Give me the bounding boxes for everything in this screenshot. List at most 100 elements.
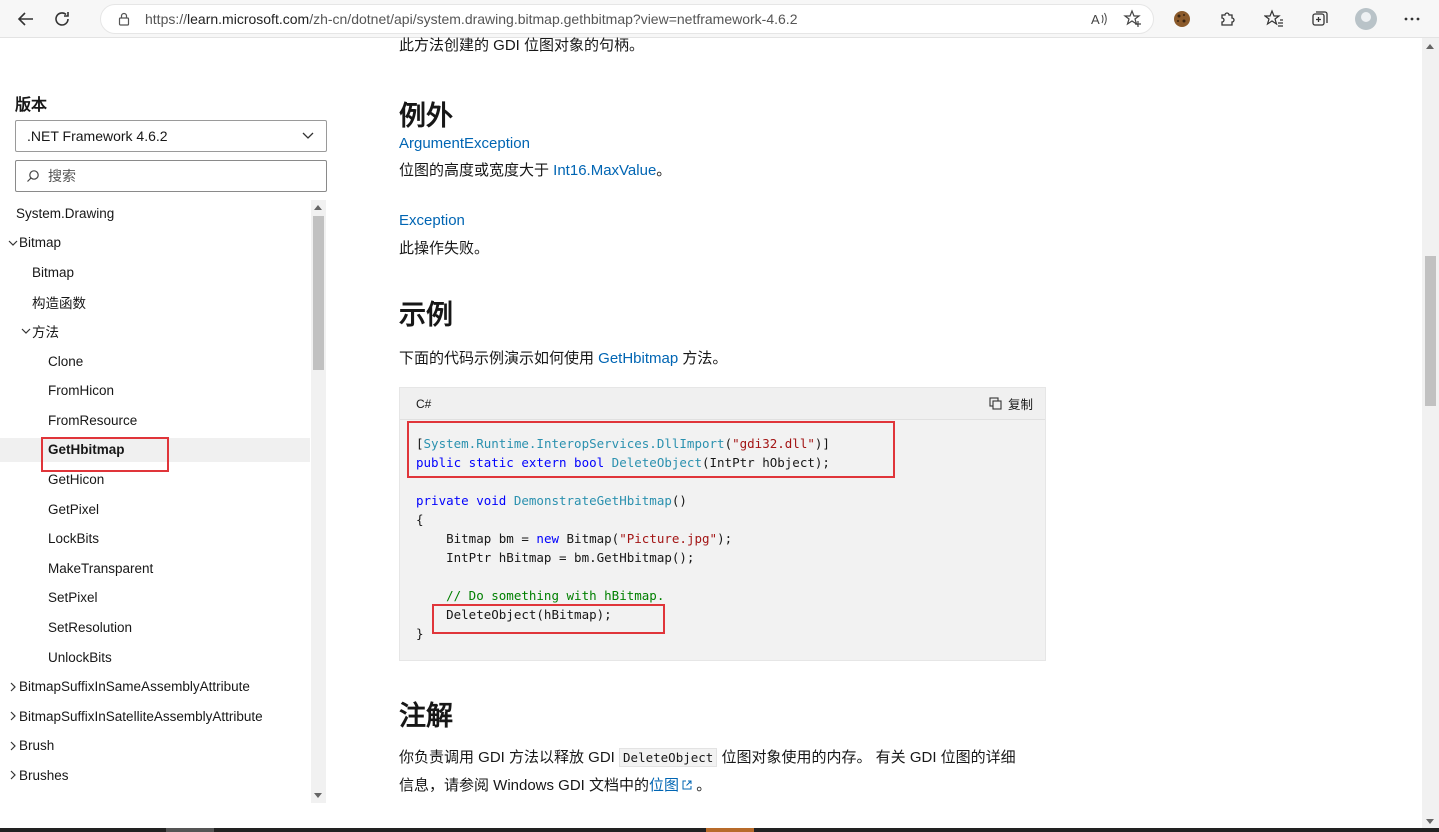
read-aloud-icon[interactable]: A <box>1089 9 1109 29</box>
scroll-up-arrow-icon[interactable] <box>314 205 322 210</box>
chevron-down-icon[interactable] <box>7 237 19 249</box>
more-icon <box>1404 17 1420 21</box>
toc-item-label: Brushes <box>19 767 69 783</box>
toc-item[interactable]: BitmapSuffixInSatelliteAssemblyAttribute <box>7 704 263 728</box>
toc-item[interactable]: Brush <box>7 734 54 758</box>
return-value-text: 此方法创建的 GDI 位图对象的句柄。 <box>399 37 645 54</box>
examples-intro: 下面的代码示例演示如何使用 GetHbitmap 方法。 <box>399 350 728 367</box>
svg-text:A: A <box>1091 12 1100 27</box>
toc-item[interactable]: SetResolution <box>48 615 132 639</box>
exception-link[interactable]: Exception <box>399 210 465 232</box>
refresh-button[interactable] <box>44 4 80 34</box>
toc-item-label: GetPixel <box>48 501 100 517</box>
back-button[interactable] <box>8 4 44 34</box>
taskbar-item[interactable] <box>166 828 214 832</box>
copy-label: 复制 <box>1007 398 1033 412</box>
argument-exception-desc: 位图的高度或宽度大于 Int16.MaxValue。 <box>399 162 672 179</box>
code-header: C# 复制 <box>400 388 1045 420</box>
add-favorite-icon[interactable] <box>1123 9 1143 29</box>
avatar <box>1355 8 1377 30</box>
exceptions-heading: 例外 <box>399 101 453 131</box>
argument-exception-link[interactable]: ArgumentException <box>399 133 530 155</box>
highlight-box-declaration <box>407 421 895 478</box>
profile-button[interactable] <box>1348 4 1384 34</box>
address-bar[interactable]: https://learn.microsoft.com/zh-cn/dotnet… <box>100 4 1154 34</box>
page-scroll-up-icon[interactable] <box>1426 44 1434 49</box>
toc-item-label: Clone <box>48 353 84 369</box>
copy-button[interactable]: 复制 <box>989 394 1033 413</box>
toc-item[interactable]: UnlockBits <box>48 645 112 669</box>
highlight-box-call <box>432 604 665 634</box>
toc-item-label: 构造函数 <box>32 295 86 311</box>
toc-item[interactable]: Bitmap <box>32 260 74 284</box>
toc-item[interactable]: FromResource <box>48 408 137 432</box>
chevron-right-icon[interactable] <box>7 769 19 781</box>
toc-item-label: SetResolution <box>48 619 133 635</box>
version-value: .NET Framework 4.6.2 <box>27 128 168 144</box>
toc-item[interactable]: 方法 <box>20 319 59 343</box>
more-menu-button[interactable] <box>1394 4 1430 34</box>
toc-item[interactable]: Bitmap <box>7 231 61 255</box>
toc-scrollbar[interactable] <box>311 200 326 803</box>
toc-item-label: BitmapSuffixInSameAssemblyAttribute <box>19 679 250 695</box>
toc-item[interactable]: BitmapSuffixInSameAssemblyAttribute <box>7 675 250 699</box>
chevron-right-icon[interactable] <box>7 710 19 722</box>
cookie-icon <box>1174 11 1190 27</box>
page-scrollbar[interactable] <box>1422 38 1439 832</box>
bitmaps-link[interactable]: 位图 <box>649 777 679 794</box>
toc-item-label: BufferedGraphics <box>19 798 124 801</box>
toc-scrollbar-thumb[interactable] <box>313 216 324 370</box>
toc-search-input[interactable]: 搜索 <box>15 160 327 192</box>
code-language: C# <box>416 396 432 411</box>
inline-code-deleteobject: DeleteObject <box>619 748 718 767</box>
examples-heading: 示例 <box>399 300 453 330</box>
remarks-heading: 注解 <box>399 701 453 731</box>
toc-item[interactable]: Brushes <box>7 763 69 787</box>
toc-item[interactable]: BufferedGraphics <box>7 793 124 801</box>
chevron-down-icon[interactable] <box>20 325 32 337</box>
remarks-line-1: 你负责调用 GDI 方法以释放 GDI DeleteObject 位图对象使用的… <box>399 748 1016 767</box>
toc-item[interactable]: MakeTransparent <box>48 556 153 580</box>
scroll-down-arrow-icon[interactable] <box>314 793 322 798</box>
collections-icon <box>1312 11 1328 26</box>
puzzle-icon <box>1221 12 1235 26</box>
chevron-right-icon[interactable] <box>7 799 19 800</box>
toc-item-label: BitmapSuffixInSatelliteAssemblyAttribute <box>19 708 263 724</box>
toc-item-label: MakeTransparent <box>48 560 154 576</box>
taskbar-strip <box>0 828 1439 832</box>
chevron-right-icon[interactable] <box>7 740 19 752</box>
toc-item-label: Brush <box>19 738 55 754</box>
toc-item-label: SetPixel <box>48 590 98 606</box>
toc-item[interactable]: FromHicon <box>48 379 114 403</box>
table-of-contents: System.Drawing Bitmap Bitmap 构造函数方法 Clone Fro… <box>0 200 312 800</box>
toc-item-label: Bitmap <box>32 264 75 280</box>
toc-item[interactable]: GetPixel <box>48 497 99 521</box>
toc-item-label: FromHicon <box>48 383 115 399</box>
lock-icon[interactable] <box>117 12 131 26</box>
extensions-button[interactable] <box>1210 4 1246 34</box>
arrow-left-icon <box>17 11 33 26</box>
page-scroll-down-icon[interactable] <box>1426 819 1434 824</box>
favorites-button[interactable] <box>1256 4 1292 34</box>
toc-item-label: GetHicon <box>48 471 105 487</box>
toc-item[interactable]: System.Drawing <box>16 201 114 225</box>
cookie-extension-button[interactable] <box>1164 4 1200 34</box>
url-text[interactable]: https://learn.microsoft.com/zh-cn/dotnet… <box>145 11 798 27</box>
gethbitmap-link[interactable]: GetHbitmap <box>598 350 678 367</box>
toc-item[interactable]: SetPixel <box>48 586 98 610</box>
exception-desc: 此操作失败。 <box>399 240 490 257</box>
version-select[interactable]: .NET Framework 4.6.2 <box>15 120 327 152</box>
search-placeholder: 搜索 <box>48 168 76 184</box>
toc-item[interactable]: LockBits <box>48 527 99 551</box>
collections-button[interactable] <box>1302 4 1338 34</box>
toc-item[interactable]: 构造函数 <box>32 290 86 314</box>
toc-item[interactable]: Clone <box>48 349 83 373</box>
chevron-right-icon[interactable] <box>7 681 19 693</box>
taskbar-item[interactable] <box>706 828 754 832</box>
remarks-line-2: 信息，请参阅 Windows GDI 文档中的位图 。 <box>399 777 712 794</box>
toc-item-label: UnlockBits <box>48 649 112 665</box>
page-scrollbar-thumb[interactable] <box>1425 256 1436 406</box>
int16-maxvalue-link[interactable]: Int16.MaxValue <box>553 162 656 179</box>
copy-icon <box>989 397 1002 410</box>
toc-item-label: Bitmap <box>19 235 62 251</box>
